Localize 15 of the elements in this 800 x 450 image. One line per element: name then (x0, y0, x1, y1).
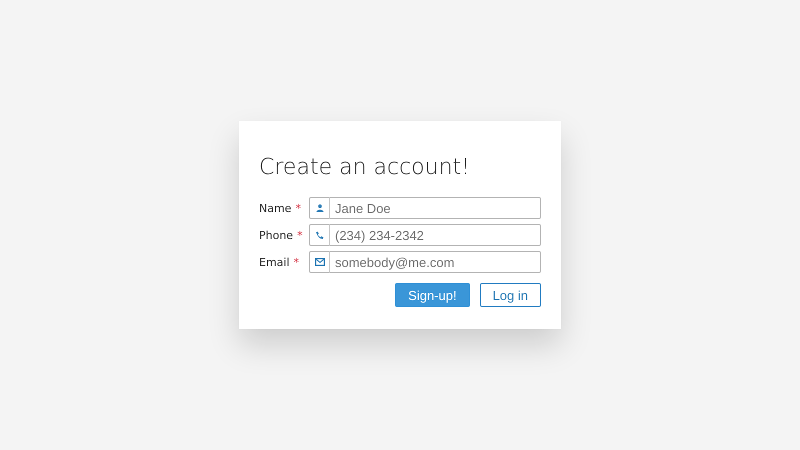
input-field[interactable]: Jane Doe (330, 197, 541, 219)
required-mark: * (297, 228, 304, 242)
form-title: Create an account! (259, 154, 471, 182)
sign-up-button[interactable]: Sign-up! (395, 283, 470, 307)
required-mark: * (295, 202, 302, 214)
phone-icon (315, 230, 324, 240)
input-field[interactable]: (234) 234-2342 (330, 224, 541, 246)
field-label: Phone (259, 228, 294, 242)
input-field[interactable]: somebody@me.com (330, 251, 541, 273)
field-label: Name (259, 202, 292, 214)
required-mark: * (294, 256, 300, 268)
envelope-icon (314, 258, 324, 266)
field-label: Email (259, 256, 290, 268)
person-icon (316, 204, 324, 212)
log-in-button[interactable]: Log in (480, 283, 541, 307)
